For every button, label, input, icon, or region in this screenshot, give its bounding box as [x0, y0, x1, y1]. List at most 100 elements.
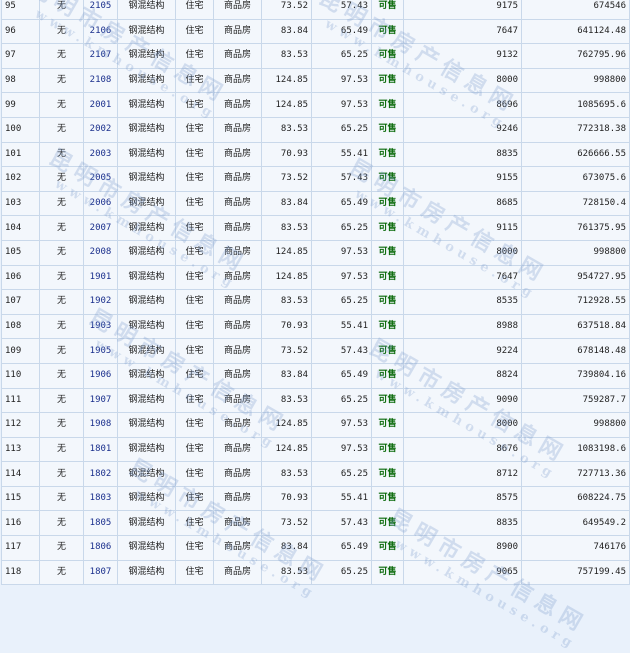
unit-number-link[interactable]: 2108 — [83, 67, 118, 94]
unit-number-link[interactable]: 1901 — [83, 264, 118, 291]
structure-cell: 钢混结构 — [117, 485, 176, 512]
usage-cell: 住宅 — [175, 338, 214, 364]
type-cell: 无 — [39, 461, 84, 487]
unit-number-link[interactable]: 2001 — [83, 92, 118, 118]
row-number: 98 — [1, 67, 40, 94]
structure-cell: 钢混结构 — [117, 116, 176, 143]
usage-cell: 住宅 — [175, 436, 214, 463]
floor-area-cell: 73.52 — [261, 338, 312, 364]
unit-number-link[interactable]: 1907 — [83, 387, 118, 414]
usage-cell: 住宅 — [175, 190, 214, 217]
row-number: 117 — [1, 535, 40, 561]
table-row: 115 无 1803 钢混结构 住宅 商品房 70.93 55.41 可售 8575 608224.… — [1, 485, 630, 512]
table-row: 99 无 2001 钢混结构 住宅 商品房 124.85 97.53 可售 8696 1085695… — [1, 92, 630, 118]
unit-number-link[interactable]: 2007 — [83, 215, 118, 241]
unit-number-link[interactable]: 2002 — [83, 116, 118, 143]
floor-area-cell: 124.85 — [261, 239, 312, 266]
unit-number-link[interactable]: 2107 — [83, 43, 118, 69]
unit-price-cell: 8535 — [403, 289, 522, 315]
total-price-cell: 739804.16 — [521, 362, 630, 389]
sale-status-cell: 可售 — [371, 116, 404, 143]
unit-number-link[interactable]: 2105 — [83, 0, 118, 20]
unit-number-link[interactable]: 1807 — [83, 559, 118, 586]
usage-cell: 住宅 — [175, 215, 214, 241]
sale-status-cell: 可售 — [371, 67, 404, 94]
total-price-cell: 998800 — [521, 412, 630, 438]
sale-status-cell: 可售 — [371, 264, 404, 291]
property-type-cell: 商品房 — [213, 92, 262, 118]
inner-area-cell: 97.53 — [311, 436, 372, 463]
type-cell: 无 — [39, 559, 84, 586]
floor-area-cell: 83.53 — [261, 289, 312, 315]
inner-area-cell: 65.25 — [311, 215, 372, 241]
unit-price-cell: 9132 — [403, 43, 522, 69]
unit-price-cell: 8000 — [403, 239, 522, 266]
usage-cell: 住宅 — [175, 485, 214, 512]
usage-cell: 住宅 — [175, 141, 214, 168]
total-price-cell: 728150.4 — [521, 190, 630, 217]
unit-number-link[interactable]: 1806 — [83, 535, 118, 561]
type-cell: 无 — [39, 338, 84, 364]
unit-number-link[interactable]: 1803 — [83, 485, 118, 512]
unit-number-link[interactable]: 1905 — [83, 338, 118, 364]
type-cell: 无 — [39, 166, 84, 192]
unit-price-cell: 8712 — [403, 461, 522, 487]
structure-cell: 钢混结构 — [117, 362, 176, 389]
inner-area-cell: 65.25 — [311, 43, 372, 69]
table-row: 101 无 2003 钢混结构 住宅 商品房 70.93 55.41 可售 8835 626666.… — [1, 141, 630, 168]
unit-price-cell: 9115 — [403, 215, 522, 241]
table-row: 98 无 2108 钢混结构 住宅 商品房 124.85 97.53 可售 8000 998800 — [1, 67, 630, 94]
unit-price-cell: 8000 — [403, 67, 522, 94]
housing-unit-table: 95 无 2105 钢混结构 住宅 商品房 73.52 57.43 可售 9175 674546 96… — [1, 0, 630, 586]
total-price-cell: 1085695.6 — [521, 92, 630, 118]
floor-area-cell: 83.53 — [261, 559, 312, 586]
total-price-cell: 626666.55 — [521, 141, 630, 168]
structure-cell: 钢混结构 — [117, 338, 176, 364]
row-number: 114 — [1, 461, 40, 487]
unit-number-link[interactable]: 1801 — [83, 436, 118, 463]
unit-number-link[interactable]: 1805 — [83, 510, 118, 537]
type-cell: 无 — [39, 412, 84, 438]
type-cell: 无 — [39, 190, 84, 217]
unit-price-cell: 7647 — [403, 18, 522, 45]
unit-price-cell: 9175 — [403, 0, 522, 20]
structure-cell: 钢混结构 — [117, 166, 176, 192]
inner-area-cell: 97.53 — [311, 412, 372, 438]
property-type-cell: 商品房 — [213, 510, 262, 537]
total-price-cell: 1083198.6 — [521, 436, 630, 463]
unit-number-link[interactable]: 2006 — [83, 190, 118, 217]
table-body: 95 无 2105 钢混结构 住宅 商品房 73.52 57.43 可售 9175 674546 96… — [1, 0, 630, 586]
unit-number-link[interactable]: 1903 — [83, 313, 118, 340]
sale-status-cell: 可售 — [371, 559, 404, 586]
table-row: 109 无 1905 钢混结构 住宅 商品房 73.52 57.43 可售 9224 678148.… — [1, 338, 630, 364]
type-cell: 无 — [39, 92, 84, 118]
inner-area-cell: 97.53 — [311, 67, 372, 94]
unit-number-link[interactable]: 1906 — [83, 362, 118, 389]
total-price-cell: 998800 — [521, 67, 630, 94]
type-cell: 无 — [39, 67, 84, 94]
type-cell: 无 — [39, 0, 84, 20]
type-cell: 无 — [39, 535, 84, 561]
type-cell: 无 — [39, 510, 84, 537]
usage-cell: 住宅 — [175, 43, 214, 69]
unit-number-link[interactable]: 2008 — [83, 239, 118, 266]
unit-number-link[interactable]: 1802 — [83, 461, 118, 487]
property-type-cell: 商品房 — [213, 239, 262, 266]
table-row: 118 无 1807 钢混结构 住宅 商品房 83.53 65.25 可售 9065 757199.… — [1, 559, 630, 586]
inner-area-cell: 65.25 — [311, 289, 372, 315]
structure-cell: 钢混结构 — [117, 461, 176, 487]
structure-cell: 钢混结构 — [117, 67, 176, 94]
inner-area-cell: 65.49 — [311, 18, 372, 45]
structure-cell: 钢混结构 — [117, 313, 176, 340]
type-cell: 无 — [39, 215, 84, 241]
unit-number-link[interactable]: 2005 — [83, 166, 118, 192]
inner-area-cell: 65.25 — [311, 387, 372, 414]
unit-price-cell: 9224 — [403, 338, 522, 364]
unit-number-link[interactable]: 2003 — [83, 141, 118, 168]
unit-number-link[interactable]: 1902 — [83, 289, 118, 315]
sale-status-cell: 可售 — [371, 485, 404, 512]
table-row: 112 无 1908 钢混结构 住宅 商品房 124.85 97.53 可售 8000 998800 — [1, 412, 630, 438]
row-number: 103 — [1, 190, 40, 217]
unit-number-link[interactable]: 2106 — [83, 18, 118, 45]
unit-number-link[interactable]: 1908 — [83, 412, 118, 438]
